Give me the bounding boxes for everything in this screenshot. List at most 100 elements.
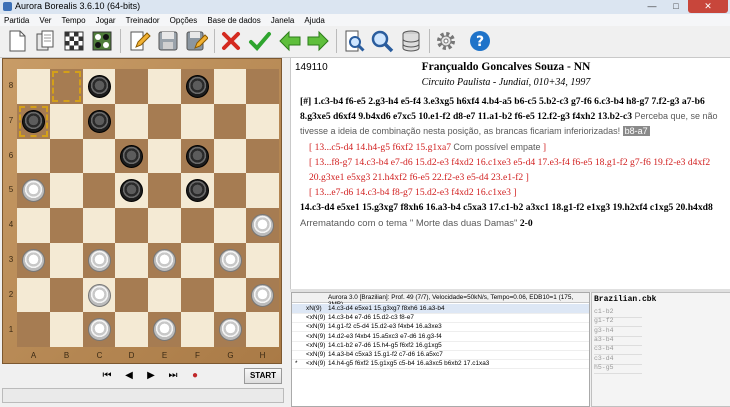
white-piece-c2[interactable]: [87, 283, 111, 307]
square-f5[interactable]: [180, 173, 214, 208]
square-c5[interactable]: [82, 173, 116, 208]
database-icon[interactable]: [398, 28, 424, 54]
square-e5[interactable]: [148, 173, 181, 208]
square-g5[interactable]: [213, 173, 247, 208]
menu-tempo[interactable]: Tempo: [62, 16, 86, 25]
white-piece-g1[interactable]: [218, 318, 242, 342]
settings-gear-icon[interactable]: [433, 28, 459, 54]
record-icon[interactable]: ●: [188, 370, 202, 381]
board-grid-icon[interactable]: [61, 28, 87, 54]
square-b8[interactable]: [49, 69, 83, 104]
square-e4[interactable]: [148, 208, 181, 243]
square-a2[interactable]: [17, 277, 50, 313]
square-a5[interactable]: [17, 173, 50, 208]
square-h4[interactable]: [246, 208, 279, 243]
next-move-button[interactable]: ▶: [144, 370, 158, 381]
menu-janela[interactable]: Janela: [271, 16, 295, 25]
maximize-button[interactable]: □: [664, 0, 688, 13]
black-piece-c7[interactable]: [87, 109, 111, 133]
square-f3[interactable]: [180, 242, 214, 278]
menu-base-de-dados[interactable]: Base de dados: [207, 16, 260, 25]
square-c7[interactable]: [82, 103, 116, 139]
square-e8[interactable]: [148, 69, 181, 104]
black-piece-d5[interactable]: [120, 179, 144, 203]
square-e3[interactable]: [148, 242, 181, 278]
engine-line[interactable]: * <xN(9) 14.h4-g5 f6xf2 15.g1xg5 c5-b4 16.…: [292, 359, 589, 370]
cancel-x-icon[interactable]: [218, 28, 244, 54]
square-a6[interactable]: [17, 138, 50, 174]
square-b4[interactable]: [49, 208, 83, 243]
current-move[interactable]: b8-a7: [622, 126, 650, 137]
new-document-icon[interactable]: [4, 28, 30, 54]
white-piece-a3[interactable]: [22, 248, 45, 272]
menu-treinador[interactable]: Treinador: [126, 16, 160, 25]
square-f4[interactable]: [180, 208, 214, 243]
square-c1[interactable]: [82, 312, 116, 347]
white-piece-h4[interactable]: [251, 214, 275, 237]
menu-ajuda[interactable]: Ajuda: [304, 16, 324, 25]
square-g1[interactable]: [213, 312, 247, 347]
square-h3[interactable]: [246, 242, 279, 278]
square-a1[interactable]: [17, 312, 50, 347]
square-d3[interactable]: [115, 242, 148, 278]
white-piece-e3[interactable]: [153, 248, 176, 272]
save-icon[interactable]: [155, 28, 181, 54]
black-piece-f5[interactable]: [185, 179, 209, 203]
white-piece-h2[interactable]: [251, 283, 275, 307]
white-piece-a5[interactable]: [22, 179, 45, 203]
edit-icon[interactable]: [126, 28, 152, 54]
copy-document-icon[interactable]: [32, 28, 58, 54]
square-d6[interactable]: [115, 138, 148, 174]
arrow-left-icon[interactable]: [277, 28, 303, 54]
square-d4[interactable]: [115, 208, 148, 243]
moves-text[interactable]: [#] 1.c3-b4 f6-e5 2.g3-h4 e5-f4 3.e3xg5 …: [300, 94, 718, 231]
search-document-icon[interactable]: [341, 28, 367, 54]
square-h8[interactable]: [246, 69, 279, 104]
board-pieces-icon[interactable]: [89, 28, 115, 54]
square-g4[interactable]: [213, 208, 247, 243]
close-button[interactable]: ✕: [688, 0, 728, 13]
square-h2[interactable]: [246, 277, 279, 313]
square-h6[interactable]: [246, 138, 279, 174]
menu-jogar[interactable]: Jogar: [96, 16, 116, 25]
square-e6[interactable]: [148, 138, 181, 174]
white-piece-e1[interactable]: [153, 318, 176, 342]
square-a3[interactable]: [17, 242, 50, 278]
variation-1[interactable]: [ 13...c5-d4 14.h4-g5 f6xf2 15.g1xa7: [309, 142, 451, 153]
square-b6[interactable]: [49, 138, 83, 174]
square-f6[interactable]: [180, 138, 214, 174]
menu-ver[interactable]: Ver: [39, 16, 51, 25]
square-c4[interactable]: [82, 208, 116, 243]
square-f2[interactable]: [180, 277, 214, 313]
square-g8[interactable]: [213, 69, 247, 104]
square-d8[interactable]: [115, 69, 148, 104]
checkers-board[interactable]: [17, 69, 279, 347]
previous-move-button[interactable]: ◀: [122, 370, 136, 381]
start-button[interactable]: START: [244, 368, 282, 384]
square-a8[interactable]: [17, 69, 50, 104]
first-move-button[interactable]: ⏮: [100, 370, 114, 381]
square-h5[interactable]: [246, 173, 279, 208]
square-g7[interactable]: [213, 103, 247, 139]
black-piece-a7[interactable]: [22, 109, 45, 133]
mainline-moves-continued[interactable]: 14.c3-d4 e5xe1 15.g3xg7 f8xh6 16.a3-b4 c…: [300, 202, 713, 213]
square-g2[interactable]: [213, 277, 247, 313]
menu-opcoes[interactable]: Opções: [170, 16, 198, 25]
square-b3[interactable]: [49, 242, 83, 278]
white-piece-c1[interactable]: [87, 318, 111, 342]
square-e2[interactable]: [148, 277, 181, 313]
square-b5[interactable]: [49, 173, 83, 208]
square-f7[interactable]: [180, 103, 214, 139]
white-piece-c3[interactable]: [87, 248, 111, 272]
square-c2[interactable]: [82, 277, 116, 313]
square-h7[interactable]: [246, 103, 279, 139]
square-g3[interactable]: [213, 242, 247, 278]
variation-2[interactable]: [ 13...f8-g7 14.c3-b4 e7-d6 15.d2-e3 f4x…: [300, 155, 718, 185]
square-d7[interactable]: [115, 103, 148, 139]
square-d2[interactable]: [115, 277, 148, 313]
square-d1[interactable]: [115, 312, 148, 347]
square-b1[interactable]: [49, 312, 83, 347]
square-e7[interactable]: [148, 103, 181, 139]
book-entry[interactable]: h5-g5: [594, 364, 642, 374]
variation-3[interactable]: [ 13...e7-d6 14.c3-b4 f8-g7 15.d2-e3 f4x…: [300, 185, 718, 200]
